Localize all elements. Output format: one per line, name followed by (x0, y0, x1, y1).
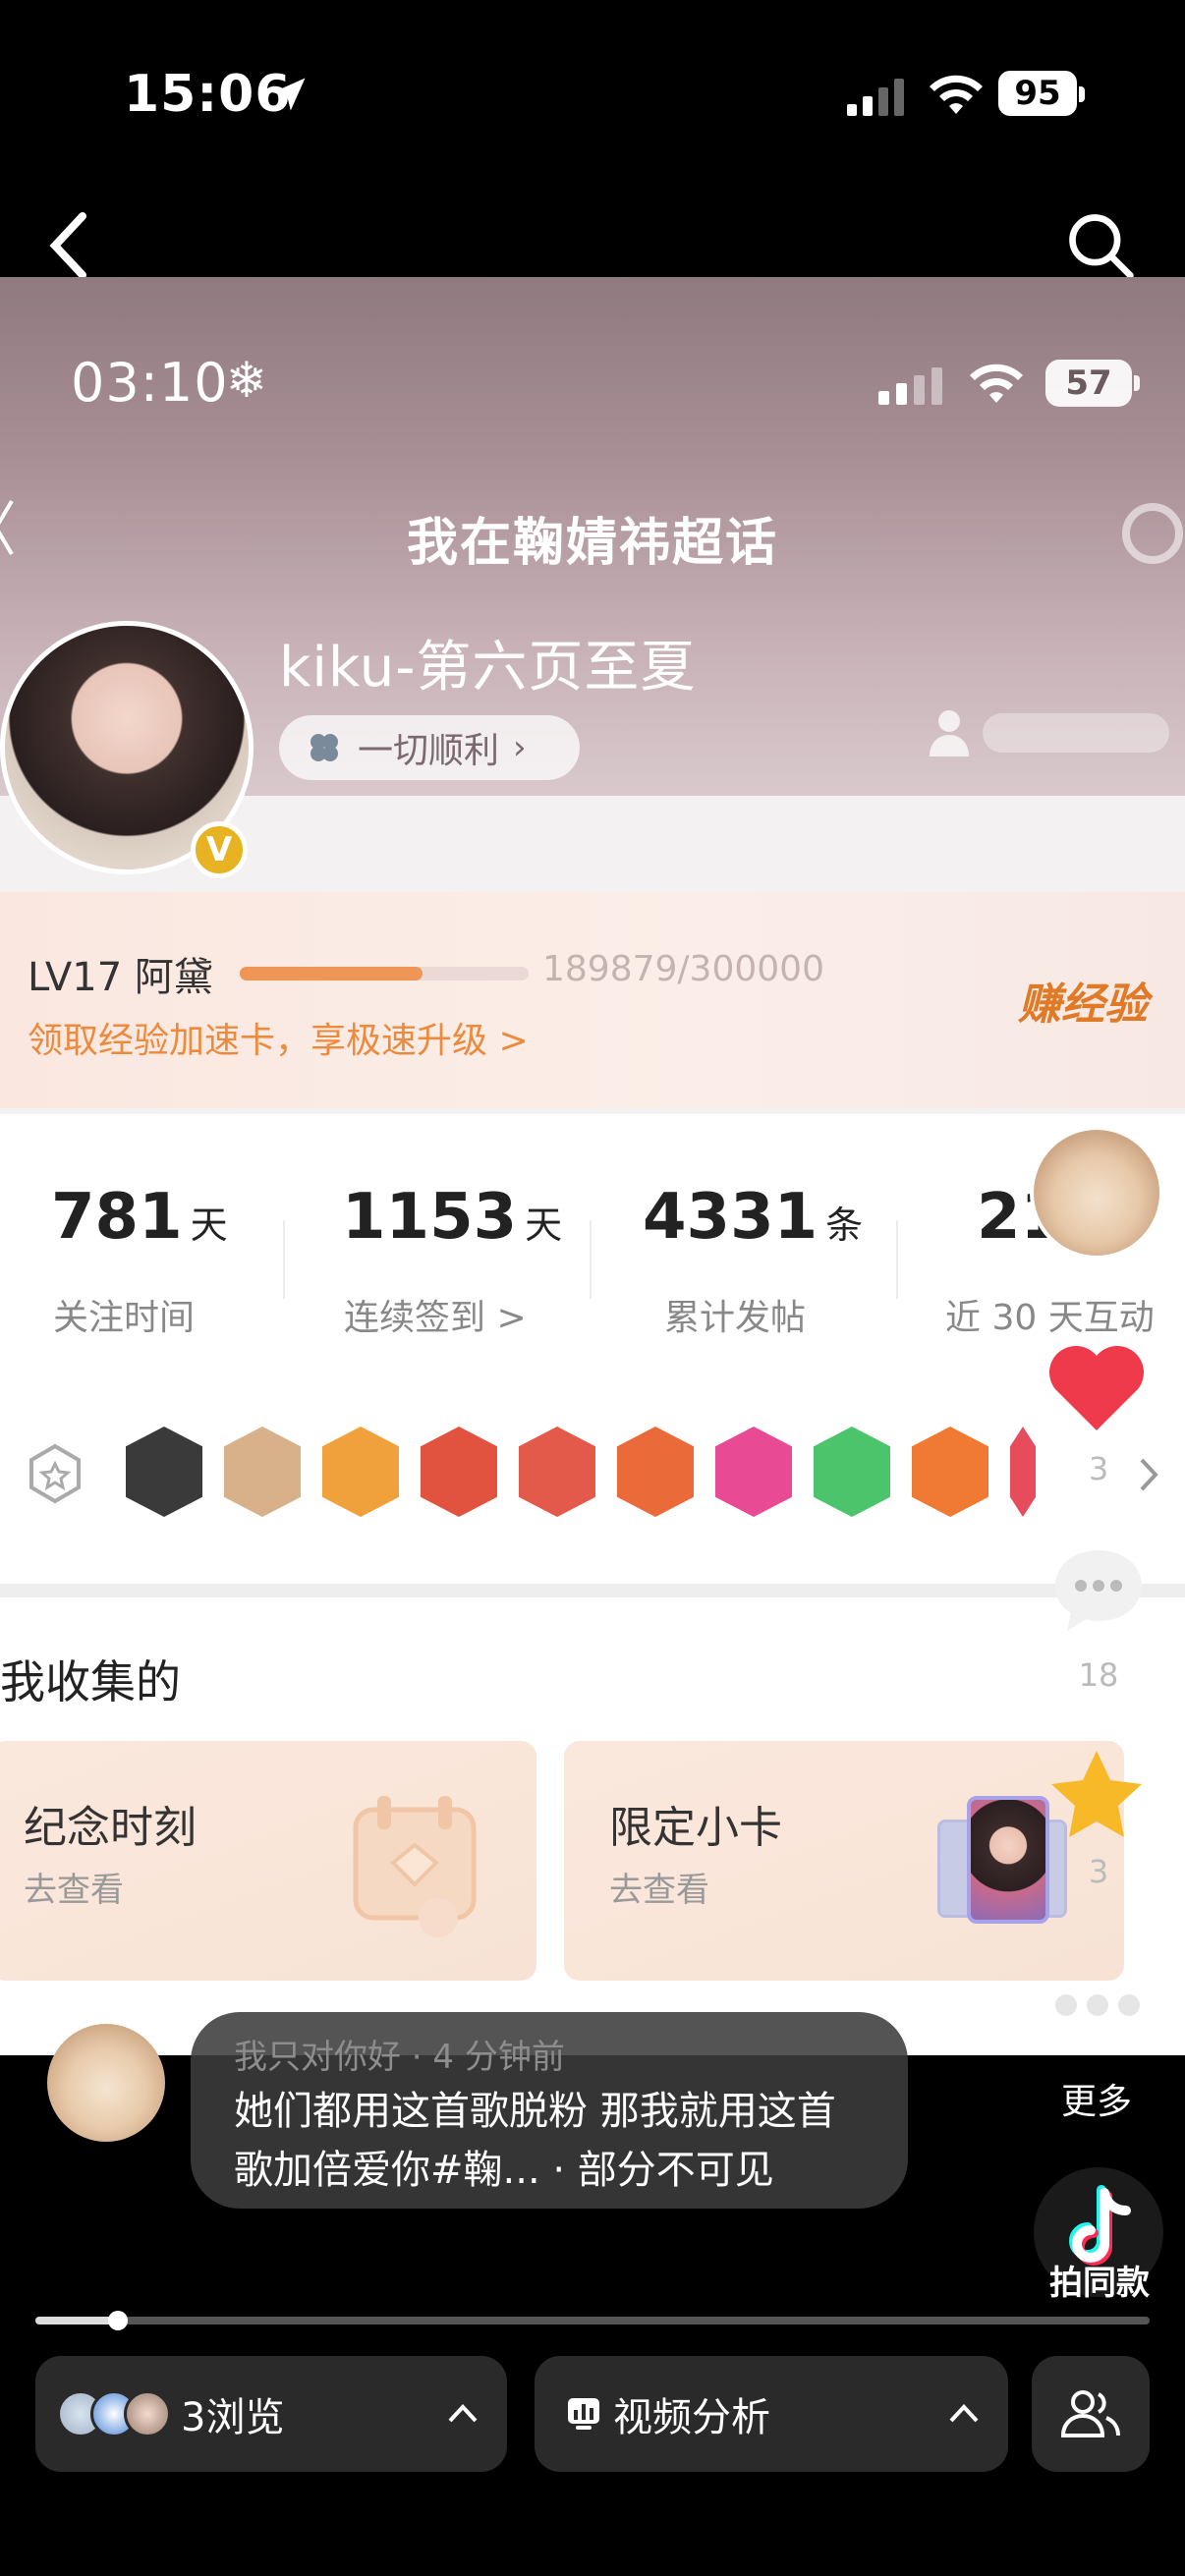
collection-title: 我收集的 (0, 1655, 181, 1708)
creator-avatar[interactable] (1030, 1126, 1163, 1260)
more-button[interactable]: 更多 (1061, 2073, 1132, 2124)
video-progress-fill (35, 2317, 118, 2324)
chevron-up-icon (949, 2404, 979, 2423)
loading-ring-icon (1122, 503, 1183, 564)
same-style-label[interactable]: 拍同款 (1034, 2256, 1165, 2304)
snowflake-icon: ❄ (226, 352, 267, 409)
status-time: 15:06 (124, 65, 292, 124)
video-frame[interactable]: 03:10 ❄ 57 我在鞠婧祎超话 V kiku-第六页至夏 一切顺利 › L… (0, 277, 1185, 2055)
stat-label[interactable]: 连续签到 > (344, 1289, 527, 1340)
card-sub: 去查看 (24, 1871, 124, 1910)
earn-exp-button[interactable]: 赚经验 (1018, 969, 1148, 1032)
stat-label: 近 30 天互动 (945, 1298, 1155, 1338)
card-title: 限定小卡 (609, 1803, 782, 1853)
idol-card-image (967, 1796, 1049, 1924)
heart-icon[interactable] (1045, 1340, 1148, 1434)
comment-text-line-2: 歌加倍爱你#鞠... · 部分不可见 (234, 2148, 774, 2193)
username: kiku-第六页至夏 (279, 636, 697, 700)
stat-value: 1153 (342, 1181, 518, 1254)
stat-divider (590, 1220, 592, 1299)
stat-label: 累计发帖 (664, 1298, 807, 1338)
wifi-icon (930, 75, 983, 114)
inner-status-time: 03:10 (71, 352, 229, 414)
stat-value: 4331 (643, 1181, 818, 1254)
level-promo-link[interactable]: 领取经验加速卡，享极速升级 > (28, 1012, 529, 1063)
views-label: 3浏览 (181, 2395, 285, 2440)
calendar-illustration-icon (353, 1796, 477, 1937)
comment-icon[interactable] (1047, 1542, 1150, 1637)
star-icon[interactable] (1045, 1745, 1148, 1843)
stat-label: 关注时间 (53, 1298, 196, 1338)
stat-value: 781 (51, 1181, 183, 1254)
inner-battery-nub (1134, 375, 1140, 391)
comment-text-line-1: 她们都用这首歌脱粉 那我就用这首 (234, 2089, 836, 2134)
chevron-right-icon[interactable] (1134, 1450, 1163, 1499)
level-progress-fill (240, 967, 423, 980)
stat-divider (896, 1220, 898, 1299)
wish-pill[interactable]: 一切顺利 › (279, 715, 580, 780)
search-icon[interactable] (1063, 208, 1138, 283)
battery-nub (1079, 86, 1085, 102)
favorite-count: 3 (1088, 1853, 1109, 1890)
viewer-avatar (124, 2390, 171, 2437)
comment-count: 18 (1078, 1656, 1119, 1694)
location-arrow-icon (272, 78, 306, 111)
friends-icon (1060, 2390, 1120, 2437)
friends-button[interactable] (1032, 2356, 1150, 2472)
card-title: 纪念时刻 (24, 1803, 197, 1853)
level-label: LV17 阿黛 (28, 955, 213, 1000)
chevron-up-icon (448, 2404, 478, 2423)
cellular-signal-icon (847, 79, 904, 116)
inner-battery: 57 (1045, 360, 1132, 407)
video-analysis-pill[interactable]: 视频分析 (535, 2356, 1008, 2472)
inner-signal-icon (878, 367, 942, 405)
super-topic-title: 我在鞠婧祎超话 (406, 514, 778, 573)
stat-unit: 天 (190, 1204, 228, 1247)
card-sub: 去查看 (609, 1871, 709, 1910)
verified-badge: V (191, 821, 248, 878)
chevron-right-icon: › (513, 728, 527, 767)
stat-checkin-days[interactable]: 1153 天 (342, 1181, 562, 1254)
inner-wifi-icon (970, 364, 1023, 403)
level-count: 189879/300000 (542, 949, 824, 989)
stat-posts: 4331 条 (643, 1181, 863, 1254)
wish-pill-label: 一切顺利 (358, 731, 500, 771)
views-pill[interactable]: 3浏览 (35, 2356, 507, 2472)
video-progress-track[interactable] (35, 2317, 1150, 2324)
analysis-label: 视频分析 (613, 2395, 770, 2440)
commenter-avatar[interactable] (47, 2024, 165, 2142)
video-progress-knob[interactable] (107, 2311, 128, 2330)
back-icon[interactable] (39, 210, 98, 281)
battery-indicator: 95 (998, 71, 1077, 116)
blurred-members-strip (983, 713, 1169, 753)
stat-unit: 条 (825, 1204, 864, 1247)
analytics-icon (568, 2398, 599, 2430)
page-dots (1055, 1994, 1157, 2018)
clover-icon (310, 734, 338, 761)
stat-divider (283, 1220, 285, 1299)
comment-meta: 我只对你好 · 4 分钟前 (234, 2038, 565, 2077)
card-memorial-moments[interactable]: 纪念时刻 去查看 (0, 1741, 536, 1981)
stat-unit: 天 (525, 1204, 563, 1247)
stat-follow-days: 781 天 (51, 1181, 228, 1254)
comment-bubble[interactable]: 我只对你好 · 4 分钟前 她们都用这首歌脱粉 那我就用这首 歌加倍爱你#鞠..… (191, 2012, 908, 2209)
badge-wall-icon[interactable] (28, 1442, 83, 1505)
user-icon (930, 710, 969, 756)
